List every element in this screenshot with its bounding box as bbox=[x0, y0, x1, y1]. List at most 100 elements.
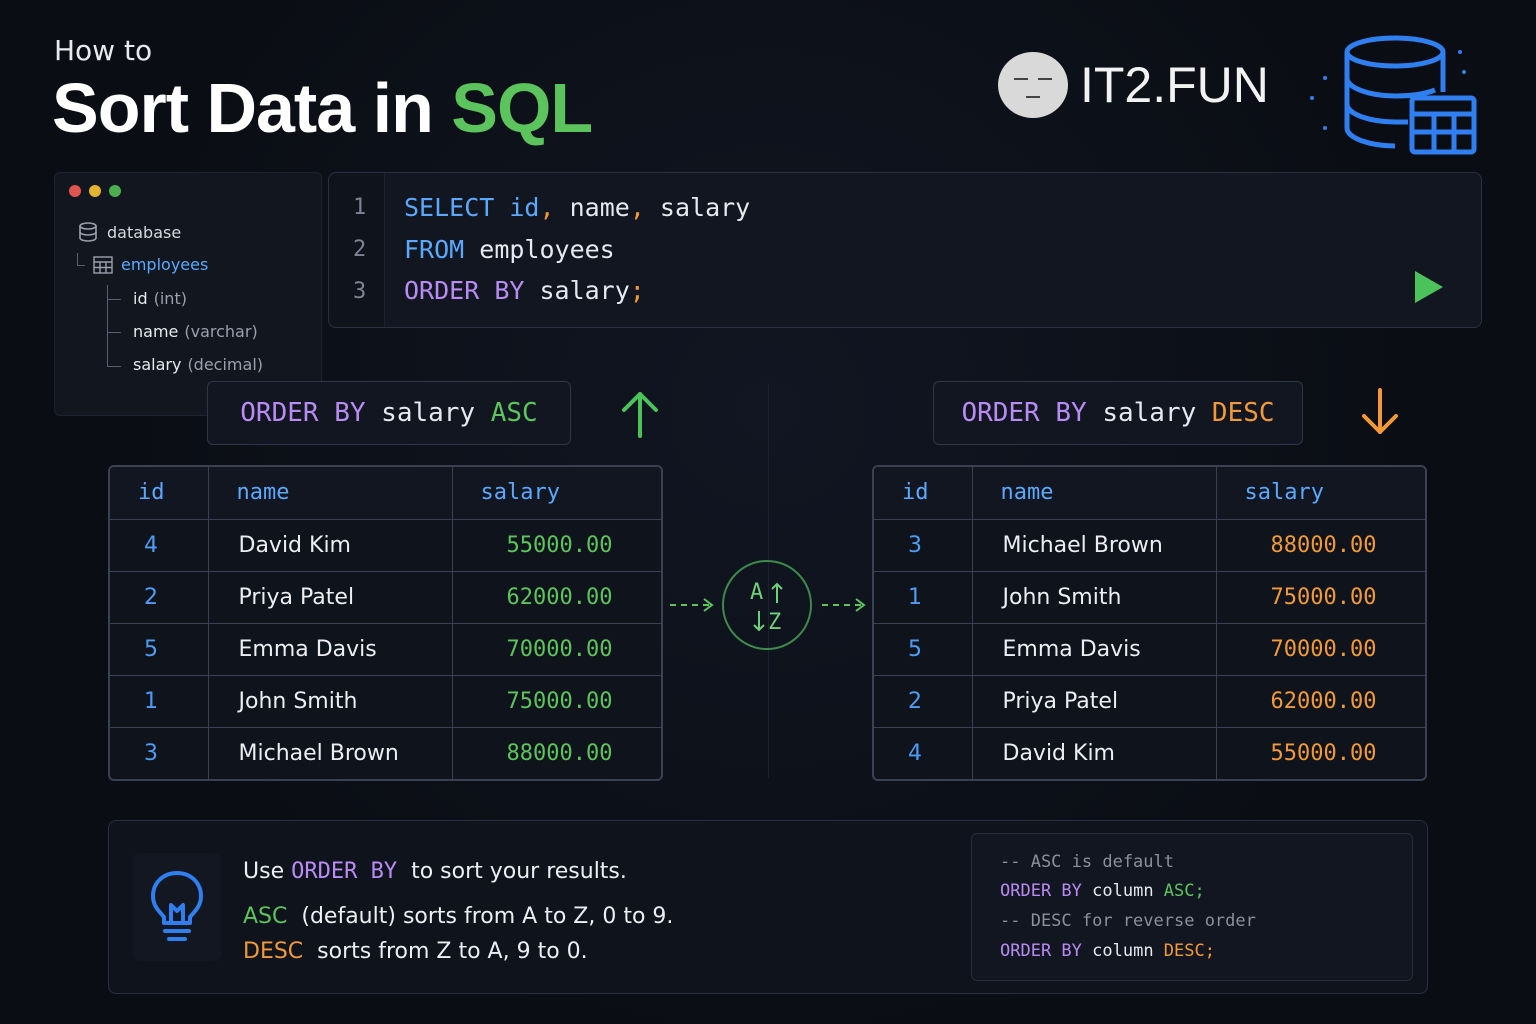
cell-name: Michael Brown bbox=[207, 726, 453, 779]
table-row[interactable]: 5 Emma Davis 70000.00 bbox=[110, 622, 661, 676]
cell-id: 2 bbox=[874, 674, 973, 728]
lightbulb-icon bbox=[151, 871, 203, 941]
cell-salary: 55000.00 bbox=[1215, 726, 1425, 779]
play-icon[interactable] bbox=[1411, 267, 1447, 307]
keyword-desc: DESC bbox=[243, 939, 304, 964]
column-name: salary bbox=[133, 355, 182, 374]
keyword-by: BY bbox=[479, 276, 525, 305]
code-col: column bbox=[1081, 941, 1164, 961]
code-col: id bbox=[509, 193, 540, 222]
keyword-asc: ASC; bbox=[1163, 881, 1205, 901]
keyword-by: BY bbox=[1051, 881, 1082, 901]
cell-salary: 75000.00 bbox=[1215, 570, 1425, 624]
keyword-asc: ASC bbox=[490, 398, 538, 428]
cell-id: 3 bbox=[874, 518, 973, 572]
cell-id: 5 bbox=[874, 622, 973, 676]
asc-result-table: id name salary 4 David Kim 55000.00 2 Priya… bbox=[108, 465, 663, 781]
column-type: (varchar) bbox=[184, 322, 258, 341]
tree-database[interactable]: database bbox=[77, 221, 181, 243]
table-row[interactable]: 3 Michael Brown 88000.00 bbox=[874, 518, 1425, 572]
keyword-order: ORDER bbox=[291, 859, 358, 884]
brand-name: IT2.FUN bbox=[1080, 57, 1269, 113]
code-col: salary bbox=[365, 398, 491, 428]
tip-text: sorts from Z to A, 9 to 0. bbox=[303, 939, 588, 964]
code-comma: , bbox=[629, 193, 645, 222]
code-comma: , bbox=[539, 193, 555, 222]
code-table: employees bbox=[464, 235, 615, 264]
code-line-1: SELECT id, name, salary bbox=[404, 193, 750, 222]
column-salary[interactable]: salary (decimal) bbox=[133, 355, 263, 374]
code-col: salary bbox=[644, 193, 751, 222]
cell-id: 5 bbox=[110, 622, 209, 676]
table-row[interactable]: 2 Priya Patel 62000.00 bbox=[110, 570, 661, 624]
dashed-arrow-icon bbox=[670, 598, 714, 612]
column-header-id: id bbox=[110, 467, 209, 520]
keyword-select: SELECT bbox=[404, 193, 495, 222]
table-label: employees bbox=[121, 255, 209, 274]
column-id[interactable]: id (int) bbox=[133, 289, 187, 308]
schema-sidebar: database employees id (int) name (varchar)… bbox=[54, 172, 322, 416]
table-row[interactable]: 5 Emma Davis 70000.00 bbox=[874, 622, 1425, 676]
arrow-up-icon bbox=[622, 392, 658, 438]
sort-letter-z: Z bbox=[768, 610, 782, 635]
table-row[interactable]: 2 Priya Patel 62000.00 bbox=[874, 674, 1425, 728]
table-row[interactable]: 4 David Kim 55000.00 bbox=[874, 726, 1425, 779]
cell-id: 1 bbox=[874, 570, 973, 624]
table-header-row: id name salary bbox=[874, 467, 1425, 520]
table-row[interactable]: 1 John Smith 75000.00 bbox=[110, 674, 661, 728]
arrow-down-icon bbox=[1362, 388, 1398, 434]
arrow-up-small-icon bbox=[771, 582, 783, 603]
line-number: 2 bbox=[353, 237, 367, 262]
code-line: ORDER BY column ASC; bbox=[1000, 881, 1205, 901]
code-line: ORDER BY column DESC; bbox=[1000, 941, 1215, 961]
close-dot[interactable] bbox=[69, 185, 81, 197]
keyword-by: BY bbox=[1039, 398, 1087, 428]
keyword-by: BY bbox=[1051, 941, 1082, 961]
database-icon bbox=[79, 222, 97, 242]
order-asc-label: ORDER BY salary ASC bbox=[207, 381, 571, 445]
cell-name: Emma Davis bbox=[971, 622, 1217, 676]
cell-salary: 88000.00 bbox=[1215, 518, 1425, 572]
keyword-desc: DESC bbox=[1211, 398, 1275, 428]
table-row[interactable]: 3 Michael Brown 88000.00 bbox=[110, 726, 661, 779]
tip-text: Use bbox=[243, 859, 292, 884]
avatar-icon bbox=[998, 52, 1068, 118]
code-col: salary bbox=[524, 276, 630, 305]
window-controls bbox=[69, 185, 121, 197]
cell-id: 4 bbox=[110, 518, 209, 572]
cell-name: John Smith bbox=[207, 674, 453, 728]
cell-salary: 70000.00 bbox=[451, 622, 661, 676]
column-name: name bbox=[133, 322, 179, 341]
code-line-2: FROM employees bbox=[404, 235, 615, 264]
tree-table-employees[interactable]: employees bbox=[93, 255, 208, 274]
keyword-by: BY bbox=[318, 398, 366, 428]
cell-name: Michael Brown bbox=[971, 518, 1217, 572]
cell-salary: 70000.00 bbox=[1215, 622, 1425, 676]
code-comment: -- ASC is default bbox=[1000, 852, 1174, 872]
table-row[interactable]: 1 John Smith 75000.00 bbox=[874, 570, 1425, 624]
table-row[interactable]: 4 David Kim 55000.00 bbox=[110, 518, 661, 572]
column-type: (int) bbox=[153, 289, 187, 308]
maximize-dot[interactable] bbox=[109, 185, 121, 197]
line-number: 1 bbox=[353, 195, 367, 220]
minimize-dot[interactable] bbox=[89, 185, 101, 197]
code-line-3: ORDER BY salary; bbox=[404, 276, 645, 305]
keyword-order: ORDER bbox=[404, 276, 480, 305]
column-header-id: id bbox=[874, 467, 973, 520]
cell-id: 1 bbox=[110, 674, 209, 728]
keyword-from: FROM bbox=[404, 235, 465, 264]
line-number: 3 bbox=[353, 279, 367, 304]
cell-salary: 88000.00 bbox=[451, 726, 661, 779]
keyword-by: BY bbox=[357, 859, 398, 884]
cell-salary: 62000.00 bbox=[451, 570, 661, 624]
column-name: id bbox=[133, 289, 148, 308]
cell-salary: 75000.00 bbox=[451, 674, 661, 728]
cell-name: Priya Patel bbox=[207, 570, 453, 624]
cell-name: David Kim bbox=[971, 726, 1217, 779]
lightbulb-icon-box bbox=[133, 853, 221, 961]
cell-id: 3 bbox=[110, 726, 209, 779]
cell-id: 4 bbox=[874, 726, 973, 779]
tip-text: to sort your results. bbox=[397, 859, 627, 884]
column-name-varchar[interactable]: name (varchar) bbox=[133, 322, 258, 341]
sql-editor[interactable]: 1 2 3 SELECT id, name, salary FROM emplo… bbox=[328, 172, 1482, 328]
